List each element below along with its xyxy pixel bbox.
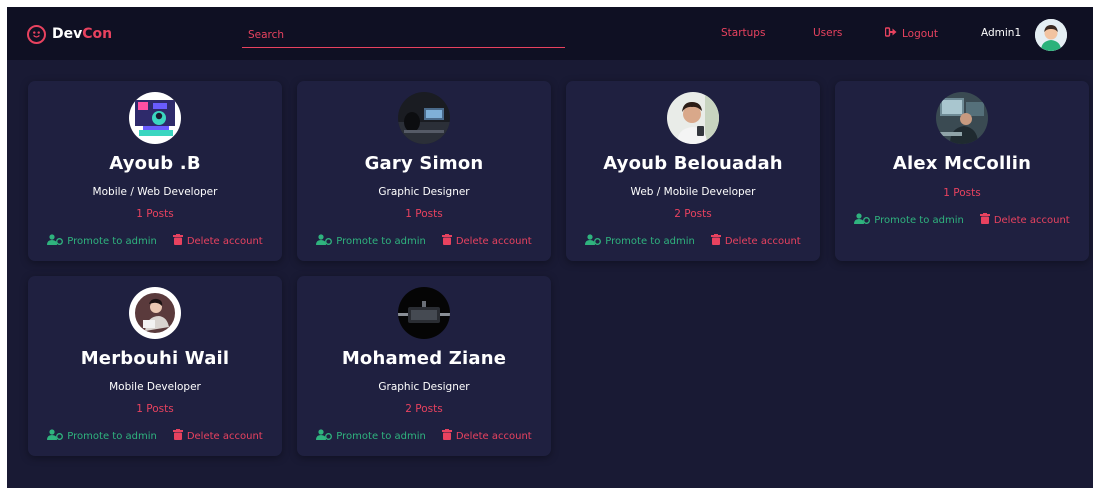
user-role: Graphic Designer bbox=[378, 381, 470, 393]
promote-label: Promote to admin bbox=[874, 214, 964, 226]
user-card: Gary Simon Graphic Designer 1 Posts Prom… bbox=[297, 81, 551, 261]
brand-logo[interactable]: DevCon bbox=[27, 23, 112, 45]
user-name: Gary Simon bbox=[364, 153, 484, 174]
user-name: Ayoub .B bbox=[109, 153, 201, 174]
logout-link[interactable]: Logout bbox=[884, 27, 938, 40]
user-card: Mohamed Ziane Graphic Designer 2 Posts P… bbox=[297, 276, 551, 456]
nav-link-startups[interactable]: Startups bbox=[721, 27, 765, 39]
promote-label: Promote to admin bbox=[67, 235, 157, 247]
trash-icon bbox=[172, 429, 183, 443]
card-actions: Promote to admin Delete account bbox=[297, 234, 551, 248]
user-avatar bbox=[129, 287, 181, 339]
promote-label: Promote to admin bbox=[336, 235, 426, 247]
trash-icon bbox=[710, 234, 721, 248]
delete-label: Delete account bbox=[455, 235, 532, 247]
delete-button[interactable]: Delete account bbox=[172, 234, 263, 248]
delete-button[interactable]: Delete account bbox=[172, 429, 263, 443]
user-role: Graphic Designer bbox=[378, 186, 470, 198]
user-role: Mobile / Web Developer bbox=[92, 186, 218, 198]
current-user-avatar[interactable] bbox=[1035, 19, 1067, 51]
search-bar bbox=[242, 22, 565, 48]
user-name: Merbouhi Wail bbox=[80, 348, 230, 369]
search-input[interactable] bbox=[242, 22, 565, 47]
user-posts-count[interactable]: 1 Posts bbox=[835, 187, 1089, 199]
nav-link-users[interactable]: Users bbox=[813, 27, 842, 39]
user-shield-icon bbox=[316, 429, 333, 443]
promote-button[interactable]: Promote to admin bbox=[47, 429, 157, 443]
delete-label: Delete account bbox=[993, 214, 1070, 226]
user-role: Web / Mobile Developer bbox=[630, 186, 756, 198]
brand-name-con: Con bbox=[82, 26, 113, 42]
user-posts-count[interactable]: 1 Posts bbox=[28, 208, 282, 220]
promote-button[interactable]: Promote to admin bbox=[316, 429, 426, 443]
card-actions: Promote to admin Delete account bbox=[835, 213, 1089, 227]
user-name: Alex McCollin bbox=[892, 153, 1032, 174]
user-posts-count[interactable]: 2 Posts bbox=[566, 208, 820, 220]
user-shield-icon bbox=[316, 234, 333, 248]
delete-label: Delete account bbox=[724, 235, 801, 247]
promote-label: Promote to admin bbox=[605, 235, 695, 247]
promote-button[interactable]: Promote to admin bbox=[854, 213, 964, 227]
user-posts-count[interactable]: 2 Posts bbox=[297, 403, 551, 415]
user-avatar bbox=[667, 92, 719, 144]
delete-label: Delete account bbox=[186, 430, 263, 442]
user-posts-count[interactable]: 1 Posts bbox=[28, 403, 282, 415]
delete-button[interactable]: Delete account bbox=[441, 234, 532, 248]
promote-button[interactable]: Promote to admin bbox=[585, 234, 695, 248]
user-avatar bbox=[398, 287, 450, 339]
user-shield-icon bbox=[585, 234, 602, 248]
user-card: Ayoub .B Mobile / Web Developer 1 Posts … bbox=[28, 81, 282, 261]
user-card: Alex McCollin 1 Posts Promote to admin D… bbox=[835, 81, 1089, 261]
logout-label: Logout bbox=[902, 27, 938, 40]
user-shield-icon bbox=[47, 234, 64, 248]
promote-label: Promote to admin bbox=[336, 430, 426, 442]
user-posts-count[interactable]: 1 Posts bbox=[297, 208, 551, 220]
trash-icon bbox=[441, 429, 452, 443]
card-actions: Promote to admin Delete account bbox=[28, 234, 282, 248]
promote-button[interactable]: Promote to admin bbox=[316, 234, 426, 248]
delete-button[interactable]: Delete account bbox=[441, 429, 532, 443]
trash-icon bbox=[441, 234, 452, 248]
app-container: DevCon Startups Users Logout Admin1 bbox=[7, 7, 1093, 488]
user-avatar bbox=[129, 92, 181, 144]
card-actions: Promote to admin Delete account bbox=[28, 429, 282, 443]
user-avatar bbox=[398, 92, 450, 144]
promote-label: Promote to admin bbox=[67, 430, 157, 442]
navbar: DevCon Startups Users Logout Admin1 bbox=[7, 7, 1093, 60]
user-role: Mobile Developer bbox=[109, 381, 201, 393]
user-avatar bbox=[936, 92, 988, 144]
user-card: Ayoub Belouadah Web / Mobile Developer 2… bbox=[566, 81, 820, 261]
delete-button[interactable]: Delete account bbox=[979, 213, 1070, 227]
user-shield-icon bbox=[854, 213, 871, 227]
delete-label: Delete account bbox=[455, 430, 532, 442]
user-name: Mohamed Ziane bbox=[341, 348, 507, 369]
card-actions: Promote to admin Delete account bbox=[297, 429, 551, 443]
delete-label: Delete account bbox=[186, 235, 263, 247]
promote-button[interactable]: Promote to admin bbox=[47, 234, 157, 248]
logout-icon bbox=[884, 27, 897, 40]
brand-icon bbox=[27, 24, 46, 44]
user-shield-icon bbox=[47, 429, 64, 443]
delete-button[interactable]: Delete account bbox=[710, 234, 801, 248]
brand-name-dev: Dev bbox=[52, 26, 83, 42]
trash-icon bbox=[979, 213, 990, 227]
user-name: Ayoub Belouadah bbox=[603, 153, 783, 174]
card-actions: Promote to admin Delete account bbox=[566, 234, 820, 248]
current-user-name: Admin1 bbox=[981, 27, 1022, 39]
user-card: Merbouhi Wail Mobile Developer 1 Posts P… bbox=[28, 276, 282, 456]
trash-icon bbox=[172, 234, 183, 248]
